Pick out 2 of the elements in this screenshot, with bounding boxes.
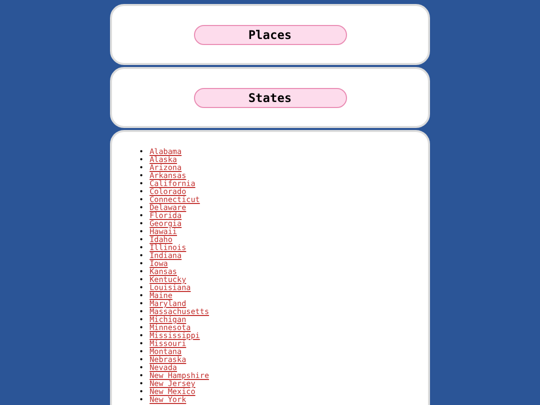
nav-button[interactable]: Places: [194, 24, 346, 44]
nav-button[interactable]: States: [194, 88, 346, 108]
